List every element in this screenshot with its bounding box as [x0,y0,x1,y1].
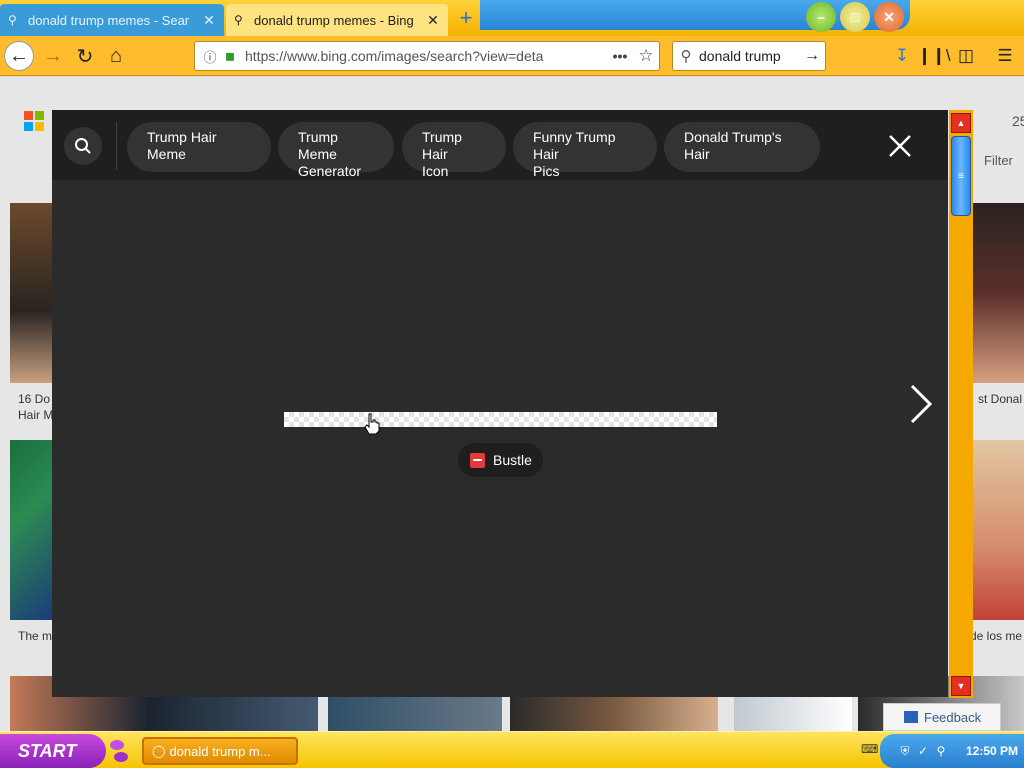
reload-button[interactable]: ↻ [70,41,100,71]
bustle-logo-icon [470,452,485,468]
related-search-chip[interactable]: Donald Trump's Hair [664,122,820,172]
forward-button[interactable]: → [38,41,68,71]
image-thumbnail[interactable] [10,440,54,620]
result-count: 25 [1012,113,1024,129]
download-icon[interactable]: ↧ [888,42,916,70]
tab-bar: ⚲ donald trump memes - Sear ✕ ⚲ donald t… [0,0,1024,36]
tab-inactive[interactable]: ⚲ donald trump memes - Sear ✕ [0,4,224,36]
divider [116,122,117,170]
image-source-badge[interactable]: Bustle [458,443,543,477]
scrollbar-thumb[interactable]: ≡ [951,136,971,216]
chip-label: Funny Trump Hair [533,129,616,162]
search-icon: ⚲ [8,13,17,27]
image-thumbnail[interactable] [972,203,1024,383]
chip-label: Trump Hair [422,129,462,162]
vertical-scrollbar[interactable]: ▲ ≡ ▼ [949,110,973,698]
sidebar-icon[interactable]: ◫ [952,42,980,70]
taskbar-window-button[interactable]: ◯ donald trump m... [142,737,298,765]
image-detail-overlay: Trump Hair Meme Trump Meme Generator Tru… [52,110,948,697]
chip-label: Donald Trump's Hair [684,129,782,162]
related-search-chip[interactable]: Funny Trump Hair Pics [513,122,657,179]
network-icon[interactable]: ✓ [916,744,930,758]
firefox-icon: ◯ [152,744,166,758]
search-icon: ⚲ [680,48,692,65]
search-box[interactable]: ⚲ donald trump → [672,41,826,71]
search-icon[interactable]: ⚲ [934,744,948,758]
tab-title: donald trump memes - Bing [254,12,414,28]
library-icon[interactable]: ❙❙\ [917,42,950,70]
related-searches-bar: Trump Hair Meme Trump Meme Generator Tru… [52,110,948,180]
scroll-up-button[interactable]: ▲ [951,113,971,133]
taskbar-window-label: donald trump m... [169,743,271,759]
menu-icon[interactable]: ☰ [991,42,1019,70]
back-button[interactable]: ← [4,41,34,71]
chevron-right-icon[interactable] [904,382,934,426]
search-input[interactable]: donald trump [699,48,799,64]
chip-label: Generator [298,163,362,179]
thumbnail-caption[interactable]: de los me [970,629,1022,643]
image-thumbnail[interactable] [10,203,54,383]
start-button[interactable]: START [0,734,106,768]
hand-cursor-icon [364,413,380,435]
close-window-button[interactable]: ✕ [874,2,904,32]
scroll-down-button[interactable]: ▼ [951,676,971,696]
minimize-button[interactable]: – [806,2,836,32]
feedback-label: Feedback [924,709,982,725]
loading-image[interactable] [284,412,717,427]
feedback-button[interactable]: Feedback [883,703,1001,731]
url-text[interactable]: https://www.bing.com/images/search?view=… [239,48,607,64]
chip-label: Trump Hair Meme [147,129,217,162]
microsoft-logo[interactable] [24,111,44,131]
chip-label: Trump Meme [298,129,338,162]
filter-button[interactable]: Filter [984,153,1013,168]
thumbnail-caption[interactable]: The m [18,629,52,643]
bookmark-star-icon[interactable]: ☆ [633,46,659,66]
thumbnail-caption[interactable]: 16 Do [18,392,50,406]
window-title-bar: – □ ✕ [480,0,910,32]
navigation-toolbar: ← → ↻ ⌂ ⓘ ◼ https://www.bing.com/images/… [0,36,1024,76]
search-icon[interactable] [64,127,102,165]
image-thumbnail[interactable] [972,440,1024,620]
tab-active[interactable]: ⚲ donald trump memes - Bing ✕ [226,4,448,36]
feedback-icon [904,711,918,723]
tab-title: donald trump memes - Sear [28,12,190,28]
close-tab-icon[interactable]: ✕ [426,12,440,29]
home-button[interactable]: ⌂ [101,41,131,71]
taskbar: START ◯ donald trump m... ⌨ ⛨ ✓ ⚲ 12:50 … [0,731,1024,768]
related-search-chip[interactable]: Trump Hair Icon [402,122,506,179]
close-tab-icon[interactable]: ✕ [202,12,216,29]
thumbnail-caption[interactable]: Hair M [18,408,53,422]
address-bar[interactable]: ⓘ ◼ https://www.bing.com/images/search?v… [194,41,660,71]
thumbnail-caption[interactable]: st Donal [978,392,1022,406]
maximize-button[interactable]: □ [840,2,870,32]
lock-icon: ◼ [225,49,235,63]
shield-icon[interactable]: ⛨ [898,744,912,759]
related-search-chip[interactable]: Trump Hair Meme [127,122,271,172]
chip-label: Pics [533,163,560,179]
system-tray: ⛨ ✓ ⚲ 12:50 PM [880,734,1024,768]
clock: 12:50 PM [966,744,1019,758]
chip-label: Icon [422,163,449,179]
close-icon[interactable] [884,130,916,162]
quick-launch-icon[interactable] [108,734,130,768]
keyboard-icon[interactable]: ⌨ [861,742,878,756]
info-icon[interactable]: ⓘ [199,47,221,66]
related-search-chip[interactable]: Trump Meme Generator [278,122,394,179]
new-tab-button[interactable]: + [454,6,478,30]
search-icon: ⚲ [234,13,243,27]
source-label: Bustle [493,452,532,468]
search-go-arrow-icon[interactable]: → [799,47,825,65]
page-actions-button[interactable]: ••• [607,48,633,64]
